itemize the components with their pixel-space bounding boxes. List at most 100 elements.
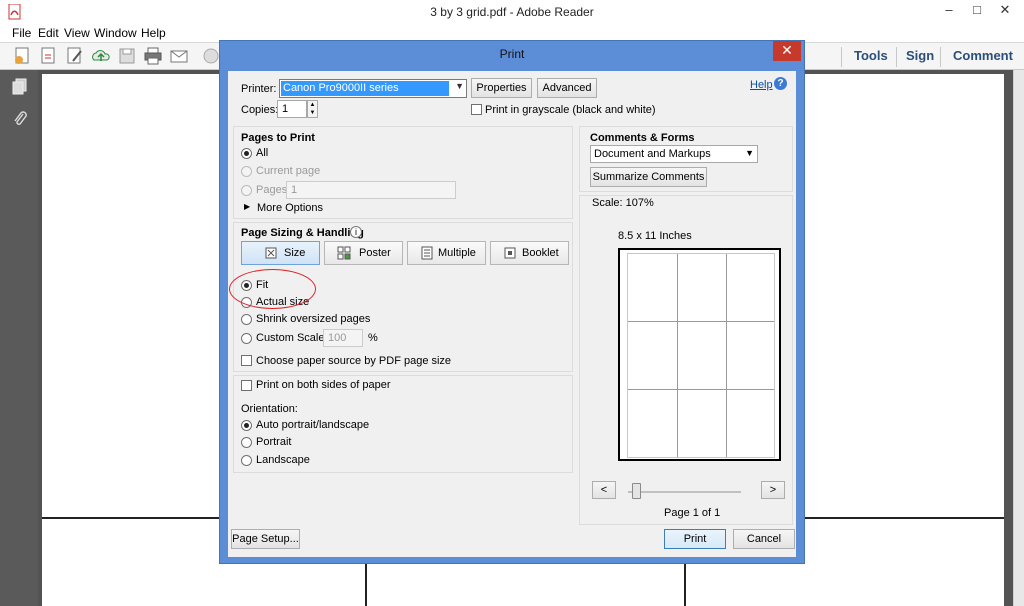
orientation-section: Print on both sides of paper Orientation… (233, 375, 573, 473)
pages-range-radio[interactable] (241, 185, 252, 196)
preview-grid-line (677, 254, 678, 457)
maximize-button[interactable]: □ (962, 0, 992, 22)
section-title: Comments & Forms (590, 132, 695, 144)
chevron-down-icon: ▼ (455, 81, 464, 91)
close-window-button[interactable]: ✕ (990, 0, 1020, 22)
comments-select[interactable]: Document and Markups ▼ (590, 145, 758, 163)
paper-size-label: 8.5 x 11 Inches (618, 230, 692, 242)
tab-poster[interactable]: Poster (324, 241, 403, 265)
help-link[interactable]: Help (750, 79, 773, 91)
page-slider-track[interactable] (628, 491, 741, 493)
menu-view[interactable]: View (64, 26, 90, 40)
paper-source-label: Choose paper source by PDF page size (256, 355, 452, 367)
pages-to-print-section: Pages to Print All Current page Pages 1 … (233, 126, 573, 219)
section-title: Pages to Print (241, 132, 315, 144)
page-setup-button[interactable]: Page Setup... (231, 529, 300, 549)
cancel-button[interactable]: Cancel (733, 529, 795, 549)
landscape-label: Landscape (256, 454, 310, 466)
tab-booklet[interactable]: Booklet (490, 241, 569, 265)
navigation-panel (0, 70, 38, 606)
tab-multiple[interactable]: Multiple (407, 241, 486, 265)
paper-source-checkbox[interactable] (241, 355, 252, 366)
comments-forms-section: Comments & Forms Document and Markups ▼ … (579, 126, 793, 192)
tools-pane-link[interactable]: Tools (854, 48, 888, 63)
menu-window[interactable]: Window (94, 26, 137, 40)
portrait-label: Portrait (256, 436, 292, 448)
portrait-radio[interactable] (241, 437, 252, 448)
comment-pane-link[interactable]: Comment (953, 48, 1013, 63)
edit-document-icon[interactable] (64, 46, 86, 66)
window-title: 3 by 3 grid.pdf - Adobe Reader (430, 5, 594, 19)
info-icon[interactable]: i (350, 226, 362, 238)
attachments-icon[interactable] (12, 110, 28, 128)
custom-scale-radio[interactable] (241, 333, 252, 344)
preview-page (627, 253, 775, 458)
dialog-close-button[interactable]: ✕ (773, 41, 801, 61)
copies-input[interactable]: 1 (277, 100, 307, 118)
custom-scale-input[interactable]: 100 (323, 329, 363, 347)
auto-orientation-radio[interactable] (241, 420, 252, 431)
toolbar-separator (940, 47, 941, 67)
window-titlebar: 3 by 3 grid.pdf - Adobe Reader – □ ✕ (0, 0, 1024, 24)
orientation-label: Orientation: (241, 403, 298, 415)
menu-help[interactable]: Help (141, 26, 166, 40)
both-sides-checkbox[interactable] (241, 380, 252, 391)
all-pages-radio[interactable] (241, 148, 252, 159)
poster-icon (337, 246, 351, 260)
dialog-title: Print (499, 47, 525, 61)
email-icon[interactable] (168, 46, 190, 66)
cloud-upload-icon[interactable] (90, 46, 112, 66)
pages-range-label: Pages (256, 184, 288, 196)
menu-edit[interactable]: Edit (38, 26, 59, 40)
both-sides-label: Print on both sides of paper (256, 379, 391, 391)
printer-select[interactable]: Canon Pro9000II series ▼ (279, 79, 467, 98)
section-title: Page Sizing & Handling (241, 227, 364, 239)
grayscale-checkbox[interactable] (471, 104, 482, 115)
toolbar-separator (896, 47, 897, 67)
red-annotation-circle (229, 269, 316, 309)
dialog-body: Printer: Canon Pro9000II series ▼ Proper… (228, 71, 796, 557)
sizing-tabs: Size Poster Multiple Booklet (241, 241, 569, 267)
print-button[interactable]: Print (664, 529, 726, 549)
preview-grid-line (726, 254, 727, 457)
page-preview (618, 248, 781, 461)
print-dialog: Print ✕ Printer: Canon Pro9000II series … (219, 40, 805, 564)
pages-range-input[interactable]: 1 (286, 181, 456, 199)
next-page-button[interactable]: > (761, 481, 785, 499)
minimize-button[interactable]: – (934, 0, 964, 22)
properties-button[interactable]: Properties (471, 78, 532, 98)
save-icon[interactable] (116, 46, 138, 66)
print-icon[interactable] (142, 46, 164, 66)
page-slider-thumb[interactable] (632, 483, 641, 499)
page-thumbnails-icon[interactable] (12, 78, 28, 96)
all-pages-label: All (256, 147, 269, 159)
open-file-icon[interactable] (38, 46, 60, 66)
current-page-label: Current page (256, 165, 321, 177)
multiple-pages-icon (421, 246, 433, 260)
sign-pane-link[interactable]: Sign (906, 48, 934, 63)
copies-label: Copies: (241, 104, 279, 116)
previous-page-button[interactable]: < (592, 481, 616, 499)
current-page-radio[interactable] (241, 166, 252, 177)
shrink-oversized-radio[interactable] (241, 314, 252, 325)
size-icon (265, 247, 277, 259)
tab-size[interactable]: Size (241, 241, 320, 265)
menu-file[interactable]: File (12, 26, 31, 40)
preview-grid-line (628, 321, 774, 322)
grayscale-label: Print in grayscale (black and white) (485, 104, 656, 116)
triangle-right-icon[interactable]: ▶ (244, 202, 250, 211)
booklet-icon (504, 247, 516, 259)
preview-grid-line (628, 389, 774, 390)
chevron-down-icon: ▼ (745, 148, 754, 158)
custom-scale-label: Custom Scale: (256, 332, 328, 344)
advanced-button[interactable]: Advanced (537, 78, 597, 98)
more-options-link[interactable]: More Options (257, 202, 323, 214)
percent-label: % (368, 332, 378, 344)
summarize-comments-button[interactable]: Summarize Comments (590, 167, 707, 187)
landscape-radio[interactable] (241, 455, 252, 466)
copies-stepper[interactable]: ▲ ▼ (307, 100, 318, 118)
printer-label: Printer: (241, 83, 277, 95)
help-icon[interactable]: ? (774, 77, 787, 90)
document-scrollbar[interactable] (1013, 70, 1024, 606)
create-pdf-icon[interactable] (12, 46, 34, 66)
